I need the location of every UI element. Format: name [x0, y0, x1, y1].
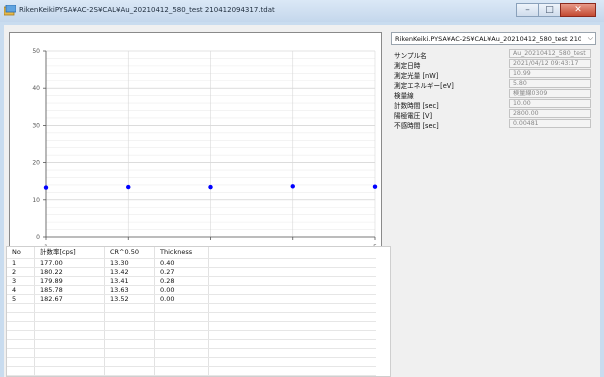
y-tick-label: 40	[32, 85, 40, 92]
empty-row	[7, 366, 376, 376]
empty-row	[7, 348, 376, 358]
file-select-value: RikenKeiki.PYSA¥AC-2S¥CAL¥Au_20210412_58…	[395, 35, 581, 43]
close-icon: ✕	[574, 5, 582, 15]
cell-cr: 13.52	[104, 294, 155, 304]
minimize-button[interactable]: –	[516, 3, 538, 17]
empty-row	[7, 330, 376, 340]
property-value: 2800.00	[509, 109, 591, 118]
column-header-cr[interactable]: CR^0.50	[104, 247, 155, 259]
property-value: 10.00	[509, 99, 591, 108]
y-tick-label: 10	[32, 197, 40, 204]
property-row-anode-voltage: 陽極電圧 [V] 2800.00	[391, 109, 596, 120]
window-title: RikenKeikiPYSA¥AC-2S¥CAL¥Au_20210412_580…	[19, 6, 275, 14]
data-point	[208, 184, 213, 190]
empty-row	[7, 312, 376, 322]
empty-row	[7, 303, 376, 313]
property-row-light-power: 測定光量 [nW] 10.99	[391, 69, 596, 80]
table-row[interactable]: 3 179.89 13.41 0.28	[7, 276, 376, 286]
property-value: 0.00481	[509, 119, 591, 128]
cell-cr: 13.42	[104, 267, 155, 277]
cell-cr: 13.63	[104, 285, 155, 295]
scatter-chart: 0102030405015	[9, 32, 382, 262]
property-row-energy: 測定エネルギー[eV] 5.80	[391, 79, 596, 90]
table-row[interactable]: 5 182.67 13.52 0.00	[7, 294, 376, 304]
maximize-icon: □	[545, 5, 554, 15]
y-tick-label: 0	[36, 234, 40, 241]
column-header-count-rate[interactable]: 計数率[cps]	[34, 247, 105, 259]
table-row[interactable]: 1 177.00 13.30 0.40	[7, 258, 376, 268]
file-select-dropdown[interactable]: RikenKeiki.PYSA¥AC-2S¥CAL¥Au_20210412_58…	[391, 32, 596, 45]
data-point	[43, 185, 49, 190]
property-value: 10.99	[509, 69, 591, 78]
cell-thickness: 0.27	[154, 267, 209, 277]
close-button[interactable]: ✕	[560, 3, 596, 17]
y-tick-label: 30	[32, 122, 40, 129]
property-value: 検量線0309	[509, 89, 591, 98]
cell-count-rate: 182.67	[34, 294, 105, 304]
chart-canvas: 0102030405015	[32, 48, 378, 251]
column-header-no[interactable]: No	[7, 247, 35, 259]
data-table[interactable]: No 計数率[cps] CR^0.50 Thickness 1 177.00 13.…	[6, 246, 391, 377]
app-icon	[4, 5, 16, 16]
cell-thickness: 0.00	[154, 294, 209, 304]
chevron-down-icon[interactable]: ⌵	[588, 34, 593, 43]
cell-thickness: 0.00	[154, 285, 209, 295]
property-label: 不感時間 [sec]	[394, 122, 439, 130]
empty-row	[7, 339, 376, 349]
cell-count-rate: 177.00	[34, 258, 105, 268]
table-row[interactable]: 2 180.22 13.42 0.27	[7, 267, 376, 277]
data-point	[126, 184, 131, 190]
column-header-thickness[interactable]: Thickness	[154, 247, 209, 259]
property-value: 5.80	[509, 79, 591, 88]
minimize-icon: –	[525, 5, 530, 15]
empty-row	[7, 357, 376, 367]
empty-row	[7, 321, 376, 331]
property-value: Au_20210412_580_test	[509, 49, 591, 58]
property-row-calibration: 検量線 検量線0309	[391, 89, 596, 100]
table-header-row: No 計数率[cps] CR^0.50 Thickness	[7, 247, 376, 259]
cell-no: 3	[7, 276, 35, 286]
y-tick-label: 20	[32, 160, 40, 167]
cell-count-rate: 185.78	[34, 285, 105, 295]
table-row[interactable]: 4 185.78 13.63 0.00	[7, 285, 376, 295]
property-row-dead-time: 不感時間 [sec] 0.00481	[391, 119, 596, 130]
property-value: 2021/04/12 09:43:17	[509, 59, 591, 68]
property-row-sample-name: サンプル名 Au_20210412_580_test	[391, 49, 596, 60]
cell-count-rate: 180.22	[34, 267, 105, 277]
cell-no: 4	[7, 285, 35, 295]
cell-no: 1	[7, 258, 35, 268]
cell-cr: 13.30	[104, 258, 155, 268]
property-row-count-time: 計数時間 [sec] 10.00	[391, 99, 596, 110]
y-tick-label: 50	[32, 48, 40, 55]
cell-no: 2	[7, 267, 35, 277]
cell-no: 5	[7, 294, 35, 304]
data-point	[372, 184, 378, 189]
cell-count-rate: 179.89	[34, 276, 105, 286]
data-point	[290, 184, 295, 189]
maximize-button[interactable]: □	[538, 3, 560, 17]
title-bar[interactable]: RikenKeikiPYSA¥AC-2S¥CAL¥Au_20210412_580…	[0, 0, 604, 22]
cell-thickness: 0.40	[154, 258, 209, 268]
property-panel: サンプル名 Au_20210412_580_test 測定日時 2021/04/12…	[391, 49, 596, 130]
cell-thickness: 0.28	[154, 276, 209, 286]
window-client: 0 10 20 30 40 50 1 5 No 計数率[cps] CR^0.50 Thickn…	[4, 25, 600, 377]
column-header-empty	[208, 247, 376, 259]
cell-cr: 13.41	[104, 276, 155, 286]
property-row-datetime: 測定日時 2021/04/12 09:43:17	[391, 59, 596, 70]
